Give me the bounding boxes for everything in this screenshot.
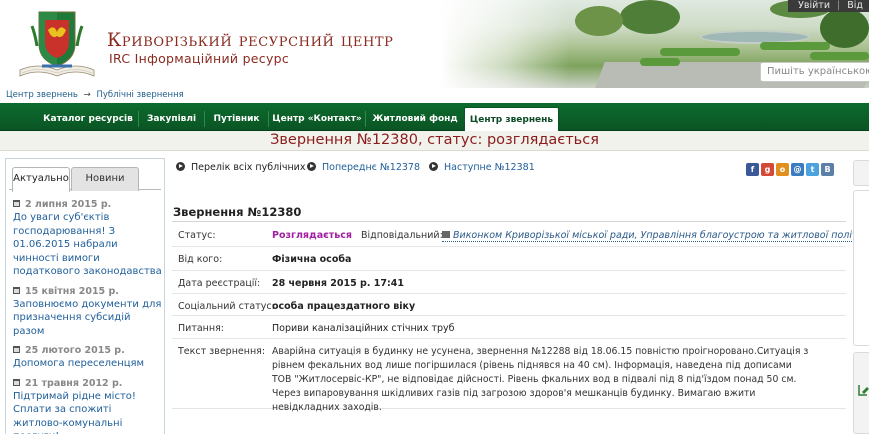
user-bar-separator: | <box>837 0 841 11</box>
header-photo-hedge <box>660 48 740 56</box>
main-content: Перелік всіх публічних Попереднє №12378 … <box>172 158 869 434</box>
right-widgets <box>853 158 869 434</box>
table-row: Текст звернення: Аварійна ситуація в буд… <box>172 339 846 413</box>
from-value: Фізична особа <box>272 254 352 265</box>
nav-item-purchases[interactable]: Закупівлі <box>138 107 204 131</box>
arrow-right-icon <box>429 162 438 171</box>
header-photo-tree <box>620 0 680 34</box>
appeal-title: Звернення №12380 <box>173 205 302 219</box>
news-link[interactable]: Підтримай рідне місто! Сплати за спожиті… <box>13 390 163 434</box>
divider <box>172 221 846 222</box>
login-link[interactable]: Увійти <box>798 0 830 11</box>
social-status-label: Соціальний статус: <box>178 301 275 312</box>
all-public-label: Перелік всіх публічних <box>191 162 306 173</box>
vkontakte-icon[interactable]: B <box>821 163 834 176</box>
site-subtitle: IRC Інформаційний ресурс <box>109 51 290 66</box>
responsible-value: Виконком Криворізької міської ради, Упра… <box>453 230 869 241</box>
user-bar: Увійти | Від <box>788 0 869 12</box>
organization-icon <box>442 231 450 238</box>
nav-item-appeals[interactable]: Центр звернень <box>464 107 559 131</box>
odnoklassniki-icon[interactable]: o <box>776 163 789 176</box>
table-row: Соціальний статус: особа працездатного в… <box>172 294 846 316</box>
news-list: 2 липня 2015 р. До уваги суб'єктів госпо… <box>13 199 163 434</box>
news-date: 2 липня 2015 р. <box>25 199 112 210</box>
nav-item-housing[interactable]: Житловий фонд <box>365 107 464 131</box>
all-public-link[interactable]: Перелік всіх публічних <box>176 162 305 173</box>
coat-of-arms-icon <box>19 11 95 77</box>
arrow-right-icon <box>176 162 185 171</box>
news-date: 21 травня 2012 р. <box>25 377 123 389</box>
status-label: Статус: <box>178 230 216 241</box>
site-logo[interactable] <box>18 10 96 80</box>
date-label: Дата реєстрації: <box>178 278 261 289</box>
news-date: 25 лютого 2015 р. <box>25 345 125 356</box>
mailru-icon[interactable]: @ <box>791 163 804 176</box>
list-item: 15 квітня 2015 р. Заповнюємо документи д… <box>13 286 163 339</box>
from-label: Від кого: <box>178 254 223 265</box>
edit-icon <box>858 385 869 396</box>
tab-actual[interactable]: Актуально <box>12 167 70 192</box>
appeal-text-label: Текст звернення: <box>178 346 266 357</box>
breadcrumb: Центр звернень → Публічні звернення <box>6 90 184 100</box>
twitter-icon[interactable]: t <box>806 163 819 176</box>
google-plus-icon[interactable]: g <box>761 163 774 176</box>
register-link[interactable]: Від <box>847 0 863 11</box>
list-item: 2 липня 2015 р. До уваги суб'єктів госпо… <box>13 199 163 279</box>
nav-item-contact[interactable]: Центр «Контакт» <box>268 107 365 131</box>
news-link[interactable]: До уваги суб'єктів господарювання! З 01.… <box>13 211 163 279</box>
question-value: Пориви каналізаційних стічних труб <box>272 323 455 334</box>
arrow-right-icon <box>307 162 316 171</box>
status-badge: Розглядається <box>272 230 352 241</box>
breadcrumb-link-public[interactable]: Публічні звернення <box>96 90 183 100</box>
date-value: 28 червня 2015 р. 17:41 <box>272 278 404 289</box>
search-input[interactable]: Пишіть українською мовою <box>760 62 869 82</box>
header-photo-hedge <box>810 52 869 60</box>
right-widget-box[interactable] <box>853 160 869 186</box>
list-item: 21 травня 2012 р. Підтримай рідне місто!… <box>13 378 163 434</box>
calendar-icon <box>13 378 20 386</box>
calendar-icon <box>13 200 20 207</box>
right-widget-box <box>853 190 869 346</box>
tab-news[interactable]: Новини <box>71 167 139 191</box>
breadcrumb-link-center[interactable]: Центр звернень <box>6 90 78 100</box>
responsible-label: Відповідальний: <box>361 230 443 241</box>
nav-item-catalog[interactable]: Каталог ресурсів <box>38 107 138 131</box>
header-photo-hedge <box>640 58 680 66</box>
list-item: 25 лютого 2015 р. Допомога переселенцям <box>13 345 163 371</box>
responsible-link[interactable]: Виконком Криворізької міської ради, Упра… <box>442 230 869 242</box>
table-row: Статус: Розглядається Відповідальний: Ви… <box>172 223 869 247</box>
calendar-icon <box>13 346 20 353</box>
breadcrumb-separator: → <box>83 90 91 100</box>
table-row: Питання: Пориви каналізаційних стічних т… <box>172 316 846 339</box>
facebook-icon[interactable]: f <box>746 163 759 176</box>
calendar-icon <box>13 286 20 294</box>
table-row: Від кого: Фізична особа <box>172 247 846 271</box>
header-photo-tree <box>575 6 623 36</box>
next-appeal-link[interactable]: Наступне №12381 <box>429 162 535 173</box>
sidebar: Актуально Новини 2 липня 2015 р. До уваг… <box>5 158 165 434</box>
sidebar-tabs: Актуально Новини <box>9 163 161 192</box>
page-title: Звернення №12380, статус: розглядається <box>0 131 869 151</box>
right-widget-box[interactable] <box>853 352 869 434</box>
table-row: Дата реєстрації: 28 червня 2015 р. 17:41 <box>172 271 846 294</box>
header-photo-hedge <box>760 42 830 50</box>
site-header: Криворізький ресурсний центр IRC Інформа… <box>0 0 869 88</box>
nav-item-guide[interactable]: Путівник <box>204 107 268 131</box>
news-link[interactable]: Заповнюємо документи для призначення суб… <box>13 298 163 339</box>
site-title[interactable]: Криворізький ресурсний центр <box>107 30 394 51</box>
prev-appeal-link[interactable]: Попереднє №12378 <box>307 162 420 173</box>
news-link[interactable]: Допомога переселенцям <box>13 357 163 371</box>
prev-appeal-label: Попереднє №12378 <box>322 162 421 173</box>
main-nav: Каталог ресурсів Закупівлі Путівник Цент… <box>0 103 869 131</box>
news-date: 15 квітня 2015 р. <box>25 285 119 297</box>
next-appeal-label: Наступне №12381 <box>444 162 535 173</box>
appeal-text: Аварійна ситуація в будинку не усунена, … <box>272 346 809 413</box>
question-label: Питання: <box>178 323 225 334</box>
social-status-value: особа працездатного віку <box>272 301 416 312</box>
header-photo-fade <box>440 0 570 88</box>
